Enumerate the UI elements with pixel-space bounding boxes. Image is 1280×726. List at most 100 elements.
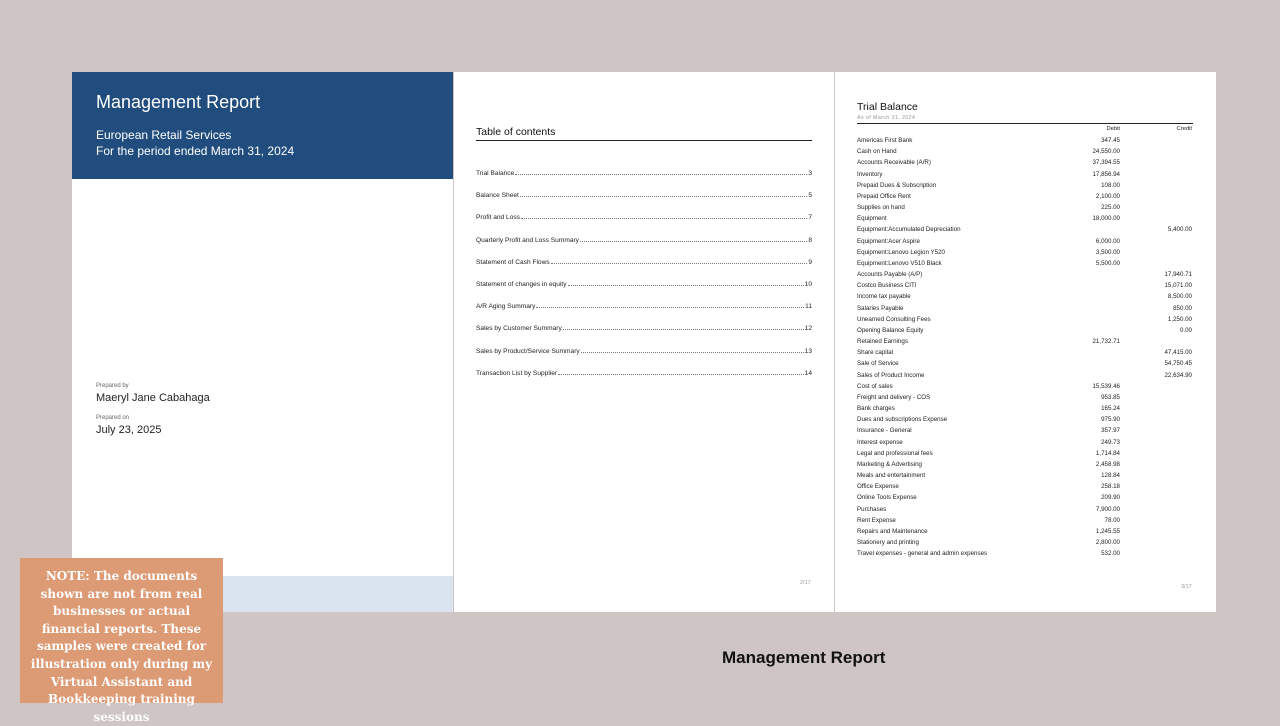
table-row: Prepaid Dues & Subscription 108.00 (857, 182, 1193, 193)
credit-amount: 1,250.00 (1167, 315, 1192, 323)
debit-amount: 78.00 (1104, 516, 1120, 524)
debit-amount: 1,245.55 (1095, 527, 1120, 535)
debit-amount: 7,900.00 (1095, 505, 1120, 513)
credit-amount: 22,634.90 (1164, 371, 1192, 379)
debit-amount: 347.45 (1101, 137, 1120, 144)
debit-amount: 209.90 (1101, 494, 1120, 502)
table-row: Sales of Product Income 22,634.90 (857, 372, 1193, 383)
table-row: Supplies on hand 225.00 (857, 204, 1193, 215)
table-row: Legal and professional fees 1,714.84 (857, 450, 1193, 461)
debit-amount: 2,458.98 (1095, 460, 1120, 468)
toc-entry-page: 10 (804, 281, 812, 288)
account-name: Prepaid Dues & Subscription (857, 181, 937, 189)
table-row: Salaries Payable 850.00 (857, 305, 1193, 316)
table-row: Inventory 17,856.94 (857, 171, 1193, 182)
debit-amount: 128.84 (1101, 472, 1120, 480)
account-name: Meals and entertainment (857, 472, 926, 480)
account-name: Salaries Payable (857, 304, 904, 312)
debit-amount: 165.24 (1101, 405, 1120, 413)
account-name: Supplies on hand (857, 204, 905, 212)
account-name: Dues and subscriptions Expense (857, 416, 948, 424)
toc-entry: Statement of Cash Flows 9 (476, 259, 812, 266)
debit-amount: 258.18 (1101, 483, 1120, 491)
account-name: Inventory (857, 170, 883, 178)
trial-balance-title: Trial Balance (857, 101, 918, 113)
trial-balance-divider (857, 123, 1193, 124)
table-row: Marketing & Advertising 2,458.98 (857, 461, 1193, 472)
debit-amount: 2,100.00 (1095, 192, 1120, 200)
toc-entry-label: Sales by Customer Summary (476, 325, 562, 333)
table-row: Prepaid Office Rent 2,100.00 (857, 193, 1193, 204)
toc-entry-label: Profit and Loss (476, 214, 520, 222)
toc-entry: Balance Sheet 5 (476, 192, 812, 199)
account-name: Insurance - General (857, 427, 912, 435)
toc-entry-page: 8 (808, 236, 812, 244)
debit-amount: 532.00 (1101, 550, 1120, 558)
account-name: Freight and delivery - COS (857, 393, 931, 401)
table-row: Meals and entertainment 128.84 (857, 472, 1193, 483)
toc-entry-page: 12 (804, 325, 812, 333)
prepared-by-value: Maeryl Jane Cabahaga (96, 392, 210, 404)
toc-entry-page: 13 (804, 347, 812, 355)
debit-amount: 249.73 (1101, 438, 1120, 446)
toc-entry-page: 9 (808, 258, 812, 266)
toc-divider (476, 140, 812, 141)
toc-entry-label: Sales by Product/Service Summary (476, 347, 580, 355)
table-row: Share capital 47,415.00 (857, 349, 1193, 360)
toc-entry-page: 11 (805, 303, 812, 311)
credit-amount: 47,415.00 (1164, 349, 1192, 357)
account-name: Equipment:Lenovo V510 Black (857, 259, 942, 267)
trial-balance-page: Trial Balance As of March 31, 2024 Debit… (835, 72, 1216, 612)
debit-amount: 17,856.94 (1092, 170, 1120, 178)
account-name: Americas First Bank (857, 137, 913, 144)
toc-entry-page: 7 (808, 214, 812, 222)
cover-header: Management Report European Retail Servic… (72, 72, 453, 179)
toc-entry-label: Statement of Cash Flows (476, 258, 550, 266)
toc-entry-label: Quarterly Profit and Loss Summary (476, 236, 579, 244)
account-name: Bank charges (857, 405, 895, 413)
credit-amount: 5,400.00 (1167, 226, 1192, 234)
toc-page: Table of contents Trial Balance 3 Balance … (454, 72, 834, 612)
table-row: Freight and delivery - COS 953.85 (857, 394, 1193, 405)
toc-page-number: 2/17 (800, 580, 811, 586)
credit-amount: 17,940.71 (1164, 271, 1192, 279)
cover-period: For the period ended March 31, 2024 (96, 144, 295, 158)
debit-amount: 108.00 (1101, 181, 1120, 189)
toc-leader-dots (579, 240, 808, 242)
debit-amount: 6,000.00 (1095, 237, 1120, 245)
toc-entry-page: 3 (808, 170, 812, 177)
account-name: Cost of sales (857, 382, 893, 390)
table-row: Accounts Receivable (A/R) 37,394.55 (857, 159, 1193, 170)
toc-entry: Transaction List by Supplier 14 (476, 370, 812, 377)
table-row: Income tax payable 8,500.00 (857, 293, 1193, 304)
table-row: Sale of Service 54,750.45 (857, 360, 1193, 371)
account-name: Retained Earnings (857, 338, 908, 346)
debit-amount: 975.90 (1101, 416, 1120, 424)
disclaimer-note: NOTE: The documents shown are not from r… (20, 558, 223, 724)
toc-entry: Statement of changes in equity 10 (476, 281, 812, 288)
account-name: Purchases (857, 505, 887, 513)
toc-leader-dots (536, 307, 805, 309)
account-name: Accounts Payable (A/P) (857, 271, 923, 279)
debit-amount: 225.00 (1101, 204, 1120, 212)
debit-amount: 15,539.46 (1092, 382, 1120, 390)
account-name: Marketing & Advertising (857, 460, 922, 468)
table-row: Interest expense 249.73 (857, 439, 1193, 450)
table-row: Accounts Payable (A/P) 17,940.71 (857, 271, 1193, 282)
toc-title: Table of contents (476, 126, 556, 138)
account-name: Unearned Consulting Fees (857, 315, 931, 323)
account-name: Equipment:Acer Aspire (857, 237, 920, 245)
table-row: Equipment:Accumulated Depreciation 5,400.… (857, 226, 1193, 237)
table-row: Cost of sales 15,539.46 (857, 383, 1193, 394)
account-name: Travel expenses - general and admin expe… (857, 550, 988, 558)
toc-entry-label: Balance Sheet (476, 192, 519, 200)
account-name: Equipment (857, 215, 887, 223)
table-row: Opening Balance Equity 0.00 (857, 327, 1193, 338)
toc-leader-dots (562, 329, 804, 331)
toc-entry-label: Statement of changes in equity (476, 281, 567, 288)
table-row: Travel expenses - general and admin expe… (857, 550, 1193, 561)
account-name: Equipment:Lenovo Legion Y520 (857, 248, 945, 256)
account-name: Stationery and printing (857, 539, 919, 547)
account-name: Rent Expense (857, 516, 896, 524)
account-name: Share capital (857, 349, 894, 357)
